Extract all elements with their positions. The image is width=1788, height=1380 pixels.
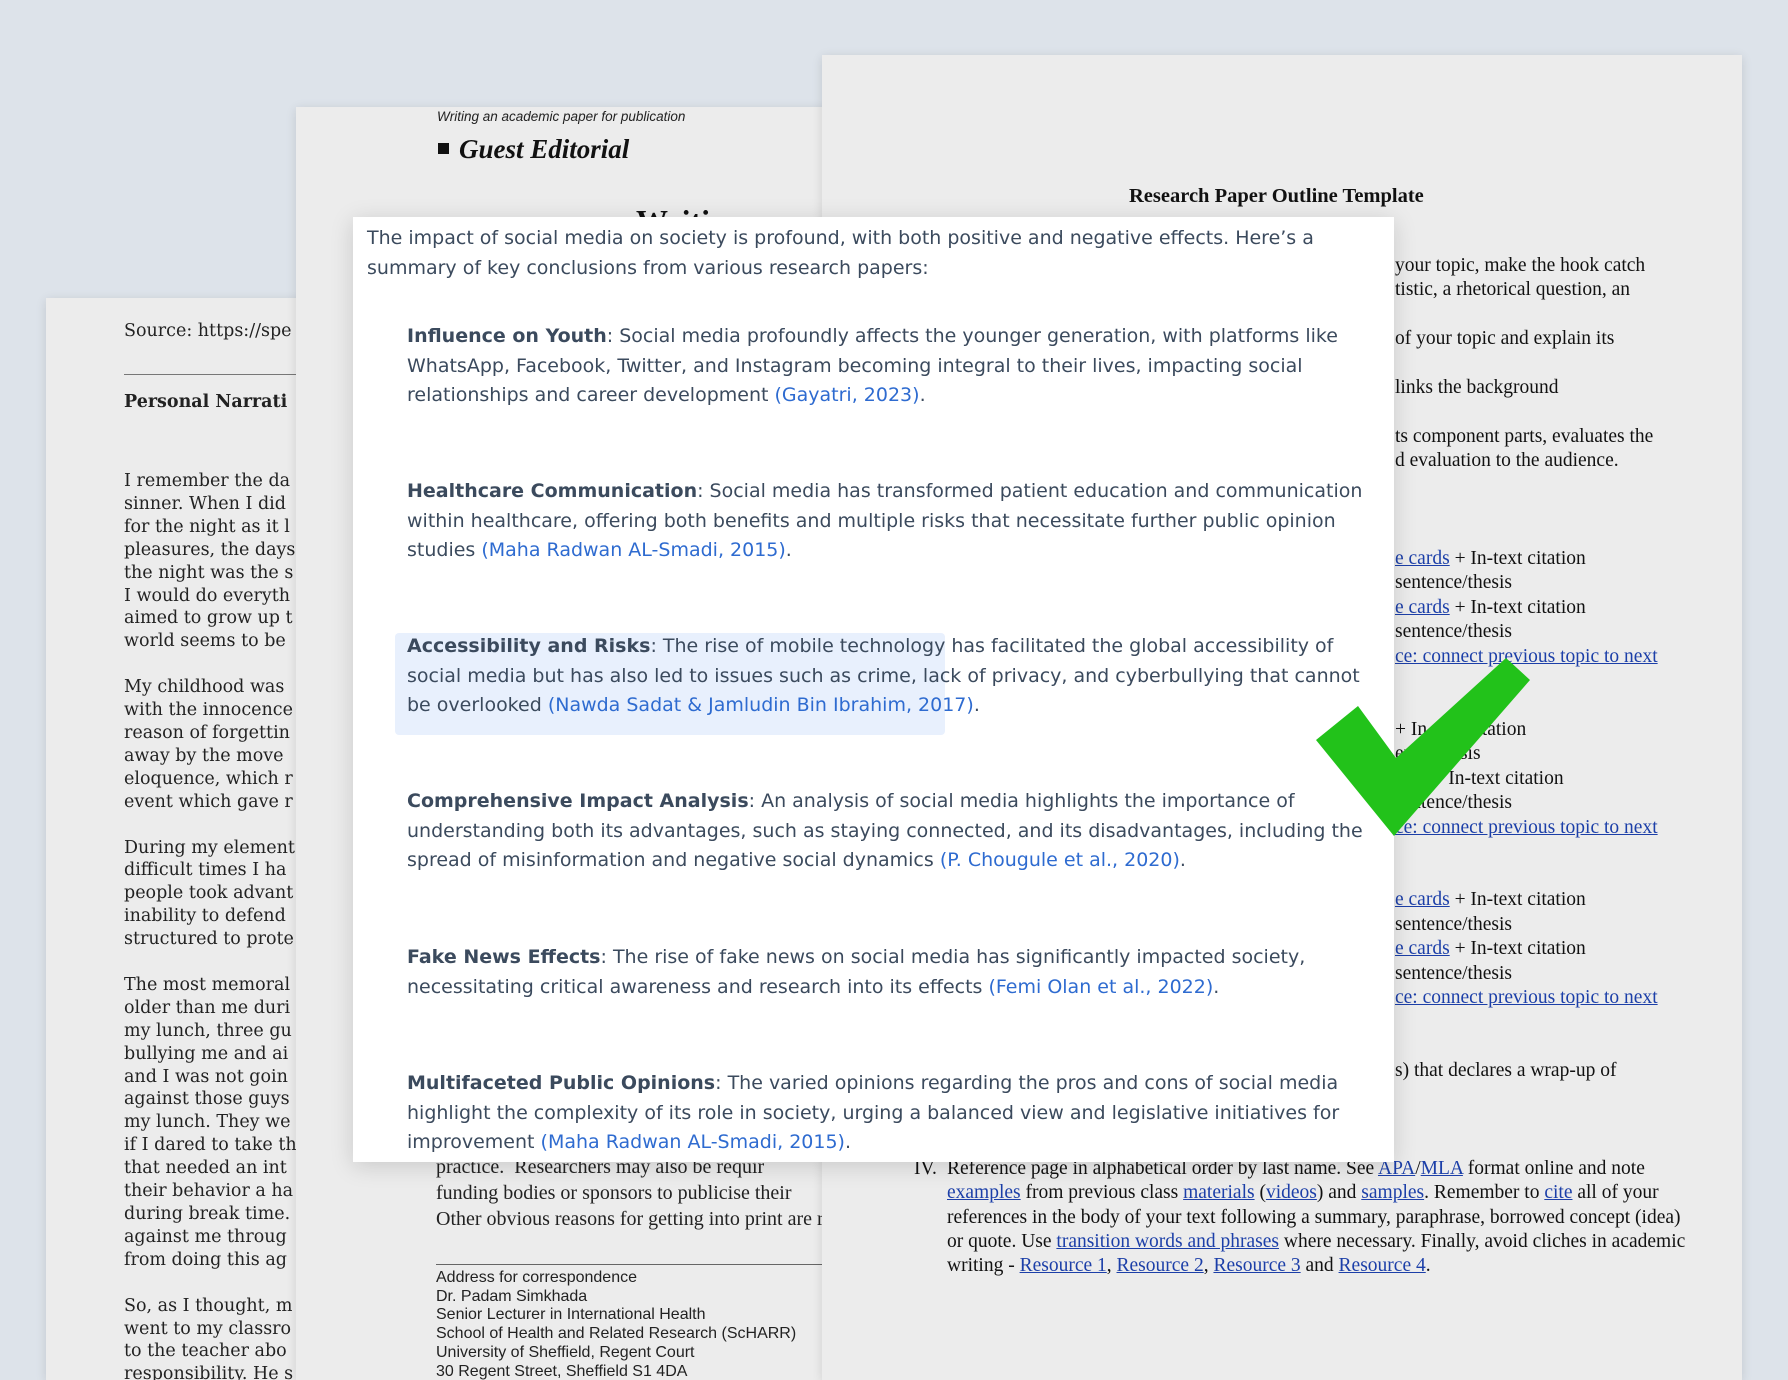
resource-2-link[interactable]: Resource 2: [1117, 1255, 1204, 1276]
document-body: practice. Researchers may also be requir…: [436, 1156, 824, 1230]
note-cards-link[interactable]: e cards: [1395, 938, 1450, 959]
source-line: Source: https://spe: [124, 321, 292, 341]
text-fragment: your topic, make the hook catch: [1395, 255, 1646, 276]
outline-line: e cards + In-text citation: [1395, 548, 1586, 569]
videos-link[interactable]: videos: [1266, 1182, 1317, 1203]
text-fragment: links the background: [1395, 377, 1559, 398]
summary-item: Multifaceted Public Opinions: The varied…: [407, 1072, 1340, 1153]
outline-line: e cards + In-text citation: [1395, 889, 1586, 910]
divider: [436, 1264, 866, 1265]
reference-page-item: IV. Reference page in alphabetical order…: [914, 1158, 1686, 1277]
summary-card: The impact of social media on society is…: [353, 217, 1394, 1162]
cite-link[interactable]: cite: [1544, 1182, 1572, 1203]
checkmark-icon: [1316, 658, 1530, 836]
citation-link[interactable]: (Nawda Sadat & Jamludin Bin Ibrahim, 201…: [548, 694, 974, 716]
item-heading: Fake News Effects: [407, 946, 601, 968]
text-fragment: tistic, a rhetorical question, an: [1395, 279, 1631, 300]
item-heading: Comprehensive Impact Analysis: [407, 790, 749, 812]
outline-line: sentence/thesis: [1395, 963, 1512, 984]
document-body: I remember the da sinner. When I did for…: [124, 471, 297, 1380]
summary-item: Influence on Youth: Social media profoun…: [407, 325, 1338, 406]
resource-4-link[interactable]: Resource 4: [1339, 1255, 1426, 1276]
item-heading: Healthcare Communication: [407, 480, 698, 502]
citation-link[interactable]: (Maha Radwan AL-Smadi, 2015): [541, 1131, 845, 1153]
running-header: Writing an academic paper for publicatio…: [437, 109, 686, 124]
correspondence-address: Address for correspondence Dr. Padam Sim…: [436, 1269, 797, 1380]
conclusion-fragment: s) that declares a wrap-up of: [1395, 1060, 1617, 1081]
resource-3-link[interactable]: Resource 3: [1213, 1255, 1300, 1276]
item-heading: Accessibility and Risks: [407, 635, 651, 657]
transition-words-link[interactable]: transition words and phrases: [1056, 1231, 1279, 1252]
summary-item: Fake News Effects: The rise of fake news…: [407, 946, 1306, 998]
materials-link[interactable]: materials: [1183, 1182, 1254, 1203]
document-title: Personal Narrati: [124, 392, 288, 412]
outline-line: sentence/thesis: [1395, 914, 1512, 935]
samples-link[interactable]: samples: [1361, 1182, 1424, 1203]
summary-item: Healthcare Communication: Social media h…: [407, 480, 1363, 561]
citation-link[interactable]: (Gayatri, 2023): [775, 384, 920, 406]
citation-link[interactable]: (P. Chougule et al., 2020): [940, 849, 1180, 871]
summary-item-highlighted: Accessibility and Risks: The rise of mob…: [407, 635, 1360, 716]
item-heading: Influence on Youth: [407, 325, 607, 347]
document-title: Research Paper Outline Template: [1129, 185, 1424, 207]
outline-line: sentence/thesis: [1395, 621, 1512, 642]
item-heading: Multifaceted Public Opinions: [407, 1072, 716, 1094]
summary-intro: The impact of social media on society is…: [367, 227, 1314, 279]
outline-line: e cards + In-text citation: [1395, 938, 1586, 959]
note-cards-link[interactable]: e cards: [1395, 597, 1450, 618]
resource-1-link[interactable]: Resource 1: [1020, 1255, 1107, 1276]
note-cards-link[interactable]: e cards: [1395, 889, 1450, 910]
section-heading: Guest Editorial: [438, 134, 629, 165]
summary-item: Comprehensive Impact Analysis: An analys…: [407, 790, 1363, 871]
examples-link[interactable]: examples: [947, 1182, 1021, 1203]
square-bullet-icon: [438, 143, 449, 154]
citation-link[interactable]: (Maha Radwan AL-Smadi, 2015): [481, 539, 785, 561]
note-cards-link[interactable]: e cards: [1395, 548, 1450, 569]
text-fragment: of your topic and explain its: [1395, 328, 1615, 349]
transition-link[interactable]: ce: connect previous topic to next: [1395, 987, 1658, 1008]
outline-line: sentence/thesis: [1395, 572, 1512, 593]
mla-link[interactable]: MLA: [1421, 1158, 1463, 1179]
outline-line: ce: connect previous topic to next: [1395, 987, 1658, 1009]
text-fragment: d evaluation to the audience.: [1395, 450, 1619, 471]
text-fragment: ts component parts, evaluates the: [1395, 426, 1654, 447]
outline-line: e cards + In-text citation: [1395, 597, 1586, 618]
citation-link[interactable]: (Femi Olan et al., 2022): [989, 976, 1214, 998]
